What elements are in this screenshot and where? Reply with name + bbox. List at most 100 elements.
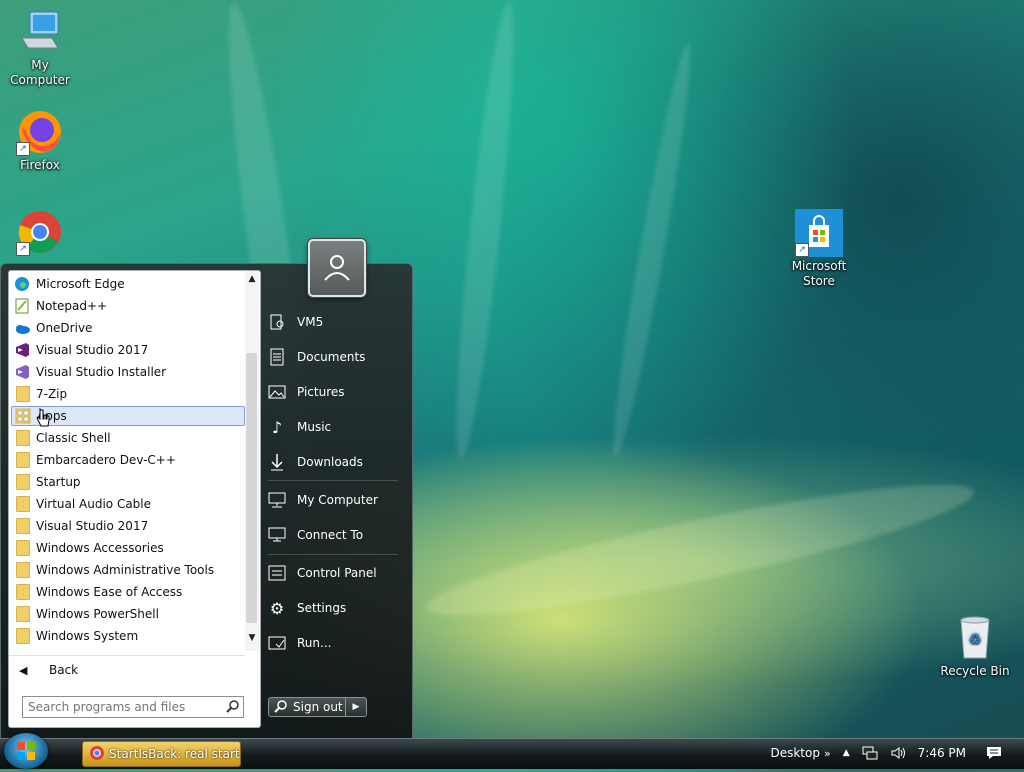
notepadpp-icon xyxy=(14,298,30,314)
program-item-embarcadero-dev-cpp[interactable]: Embarcadero Dev-C++ xyxy=(11,450,243,470)
right-item-my-computer[interactable]: My Computer xyxy=(268,488,398,512)
program-label: Visual Studio 2017 xyxy=(36,519,149,533)
program-item-windows-system[interactable]: Windows System xyxy=(11,626,243,646)
programs-pane: Microsoft Edge Notepad++ OneDrive Visual… xyxy=(8,270,261,728)
right-item-label: Connect To xyxy=(297,528,364,542)
right-item-label: Control Panel xyxy=(297,566,377,580)
right-item-label: Run... xyxy=(297,636,332,650)
search-icon[interactable] xyxy=(226,699,240,716)
toolbar-overflow-chevron-icon[interactable]: » xyxy=(824,747,831,760)
desktop-icon-firefox[interactable]: ↗ Firefox xyxy=(0,108,80,173)
program-item-windows-accessories[interactable]: Windows Accessories xyxy=(11,538,243,558)
wallpaper-streak xyxy=(446,0,524,461)
right-item-label: Downloads xyxy=(297,455,363,469)
right-item-music[interactable]: ♪ Music xyxy=(268,415,398,439)
back-button[interactable]: ◀ Back xyxy=(9,655,245,684)
power-options-arrow-icon[interactable]: ▶ xyxy=(346,697,367,717)
microsoft-store-icon: ↗ xyxy=(795,209,843,257)
separator xyxy=(268,480,398,481)
wallpaper-streak xyxy=(603,41,701,459)
right-item-label: Settings xyxy=(297,601,347,615)
folder-icon xyxy=(14,474,30,490)
volume-icon[interactable] xyxy=(890,746,906,760)
program-item-visual-studio-2017-folder[interactable]: Visual Studio 2017 xyxy=(11,516,243,536)
back-arrow-icon: ◀ xyxy=(19,663,28,677)
search-lock-icon xyxy=(273,699,289,716)
program-label: Windows Ease of Access xyxy=(36,585,183,599)
start-orb-windows-icon[interactable] xyxy=(4,733,48,769)
clock[interactable]: 7:46 PM xyxy=(918,746,966,760)
right-item-label: My Computer xyxy=(297,493,378,507)
sign-out-button[interactable]: Sign out xyxy=(268,697,346,717)
user-avatar[interactable] xyxy=(308,239,366,297)
program-label: Embarcadero Dev-C++ xyxy=(36,453,176,467)
onedrive-icon xyxy=(14,320,30,336)
right-item-user-folder[interactable]: VM5 xyxy=(268,310,398,334)
scroll-up-arrow-icon[interactable]: ▲ xyxy=(247,274,257,286)
shortcut-arrow-icon: ↗ xyxy=(16,242,30,256)
documents-icon xyxy=(268,348,286,366)
right-item-settings[interactable]: ⚙ Settings xyxy=(268,596,398,620)
visual-studio-installer-icon xyxy=(14,364,30,380)
program-item-onedrive[interactable]: OneDrive xyxy=(11,318,243,338)
folder-icon xyxy=(14,518,30,534)
chrome-icon xyxy=(89,745,105,764)
program-item-startup[interactable]: Startup xyxy=(11,472,243,492)
program-item-classic-shell[interactable]: Classic Shell xyxy=(11,428,243,448)
right-item-label: Documents xyxy=(297,350,366,364)
network-icon[interactable] xyxy=(862,746,878,760)
sign-out-control: Sign out ▶ xyxy=(268,697,367,717)
desktop-icon-chrome[interactable]: ↗ xyxy=(0,208,80,258)
hand-cursor-icon xyxy=(36,407,50,428)
program-item-windows-ease-of-access[interactable]: Windows Ease of Access xyxy=(11,582,243,602)
wallpaper-streak xyxy=(419,462,981,638)
search-input[interactable] xyxy=(23,699,220,715)
search-box[interactable] xyxy=(22,696,244,718)
downloads-icon xyxy=(268,453,286,471)
program-label: Classic Shell xyxy=(36,431,111,445)
right-item-run[interactable]: Run... xyxy=(268,631,398,655)
show-hidden-icons-arrow-icon[interactable]: ▲ xyxy=(843,748,850,758)
program-item-windows-powershell[interactable]: Windows PowerShell xyxy=(11,604,243,624)
program-item-virtual-audio-cable[interactable]: Virtual Audio Cable xyxy=(11,494,243,514)
program-item-7-zip[interactable]: 7-Zip xyxy=(11,384,243,404)
action-center-notification-icon[interactable] xyxy=(986,746,1002,760)
control-panel-icon xyxy=(268,564,286,582)
desktop-icon-recycle-bin[interactable]: ♻ Recycle Bin xyxy=(935,614,1015,679)
right-item-control-panel[interactable]: Control Panel xyxy=(268,561,398,585)
program-label: Windows Accessories xyxy=(36,541,164,555)
right-item-label: Music xyxy=(297,420,332,434)
scroll-down-arrow-icon[interactable]: ▼ xyxy=(247,633,257,645)
desktop-icon-microsoft-store[interactable]: ↗ Microsoft Store xyxy=(779,209,859,289)
folder-icon xyxy=(14,430,30,446)
taskbar-button-chrome-window[interactable]: StartIsBack: real start ... xyxy=(82,741,241,767)
program-item-visual-studio-2017[interactable]: Visual Studio 2017 xyxy=(11,340,243,360)
edge-icon xyxy=(14,276,30,292)
programs-scrollbar[interactable]: ▲ ▼ xyxy=(245,271,259,651)
program-item-microsoft-edge[interactable]: Microsoft Edge xyxy=(11,274,243,294)
program-item-notepadpp[interactable]: Notepad++ xyxy=(11,296,243,316)
right-item-documents[interactable]: Documents xyxy=(268,345,398,369)
folder-icon xyxy=(14,452,30,468)
right-item-connect-to[interactable]: Connect To xyxy=(268,523,398,547)
back-label: Back xyxy=(49,663,79,677)
desktop-icon-label: My Computer xyxy=(10,58,70,87)
chrome-icon: ↗ xyxy=(16,208,64,256)
computer-icon xyxy=(16,8,64,56)
program-item-windows-administrative-tools[interactable]: Windows Administrative Tools xyxy=(11,560,243,580)
recycle-bin-icon: ♻ xyxy=(951,614,999,662)
desktop-toolbar-label[interactable]: Desktop xyxy=(770,746,820,760)
shortcut-arrow-icon: ↗ xyxy=(795,243,809,257)
right-item-label: Pictures xyxy=(297,385,345,399)
folder-icon xyxy=(14,496,30,512)
desktop-icon-label: Microsoft xyxy=(791,259,847,273)
right-item-downloads[interactable]: Downloads xyxy=(268,450,398,474)
right-item-pictures[interactable]: Pictures xyxy=(268,380,398,404)
folder-icon xyxy=(14,606,30,622)
taskbar-button-label: StartIsBack: real start ... xyxy=(109,747,241,761)
desktop-icon-my-computer[interactable]: My Computer xyxy=(0,8,80,88)
program-item-visual-studio-installer[interactable]: Visual Studio Installer xyxy=(11,362,243,382)
program-label: Startup xyxy=(36,475,81,489)
folder-icon xyxy=(14,386,30,402)
scroll-thumb[interactable] xyxy=(246,353,257,623)
